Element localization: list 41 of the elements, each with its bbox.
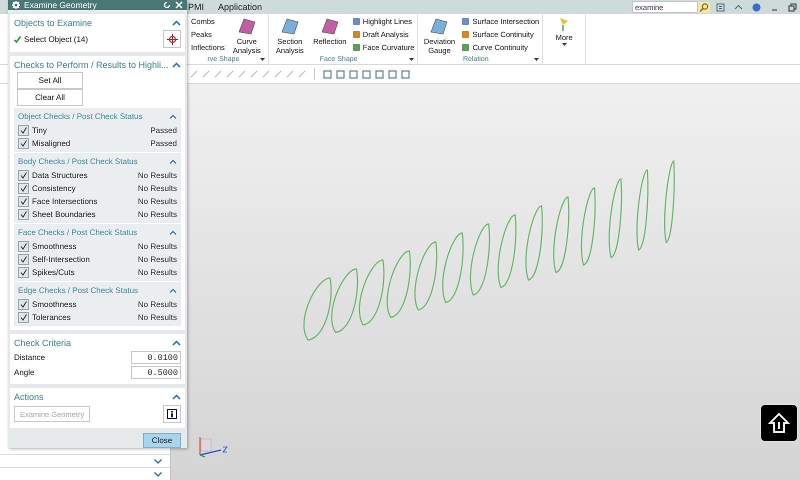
check-label: Tiny xyxy=(32,126,48,135)
number-field[interactable]: 0.5000 xyxy=(131,366,181,379)
menu-item[interactable]: PMI xyxy=(188,2,204,12)
check-label: Consistency xyxy=(32,184,77,193)
check-label: Tolerances xyxy=(32,313,72,322)
check-label: Data Structures xyxy=(32,171,89,180)
section-title: Objects to Examine xyxy=(14,18,92,28)
check-status: No Results xyxy=(138,197,177,206)
check-label: Smoothness xyxy=(32,242,78,251)
number-field[interactable]: 0.0100 xyxy=(131,351,181,364)
check-status: No Results xyxy=(138,300,177,309)
check-status: No Results xyxy=(138,210,177,219)
check-label: Misaligned xyxy=(32,139,72,148)
group-title: Face Checks / Post Check Status xyxy=(18,228,138,236)
check-status: Passed xyxy=(150,126,177,135)
check-label: Face Intersections xyxy=(32,197,98,206)
check-label: Spikes/Cuts xyxy=(32,268,76,277)
check-status: No Results xyxy=(138,242,177,251)
field-label: Angle xyxy=(14,368,36,377)
dialog-title: Examine Geometry xyxy=(24,0,98,10)
check-label: Sheet Boundaries xyxy=(32,210,97,219)
group-title: Body Checks / Post Check Status xyxy=(18,156,138,166)
check-label: Smoothness xyxy=(32,300,78,309)
menu-item[interactable]: Application xyxy=(218,2,262,12)
close-button[interactable]: Close xyxy=(143,433,181,448)
set-all-button[interactable]: Set All xyxy=(17,72,83,89)
check-status: No Results xyxy=(138,184,177,193)
section-title: Check Criteria xyxy=(14,338,72,348)
check-status: Passed xyxy=(150,139,177,148)
select-object-label: Select Object (14) xyxy=(24,34,90,44)
check-status: No Results xyxy=(138,255,177,264)
section-title: Checks to Perform / Results to Highli... xyxy=(14,60,169,70)
check-status: No Results xyxy=(138,268,177,277)
check-label: Self-Intersection xyxy=(32,255,91,264)
group-title: Edge Checks / Post Check Status xyxy=(18,286,138,294)
check-status: No Results xyxy=(138,171,177,180)
check-status: No Results xyxy=(138,313,177,322)
section-title: Actions xyxy=(14,392,44,402)
group-title: Object Checks / Post Check Status xyxy=(18,112,142,120)
field-label: Distance xyxy=(14,353,46,362)
clear-all-button[interactable]: Clear All xyxy=(17,89,83,106)
